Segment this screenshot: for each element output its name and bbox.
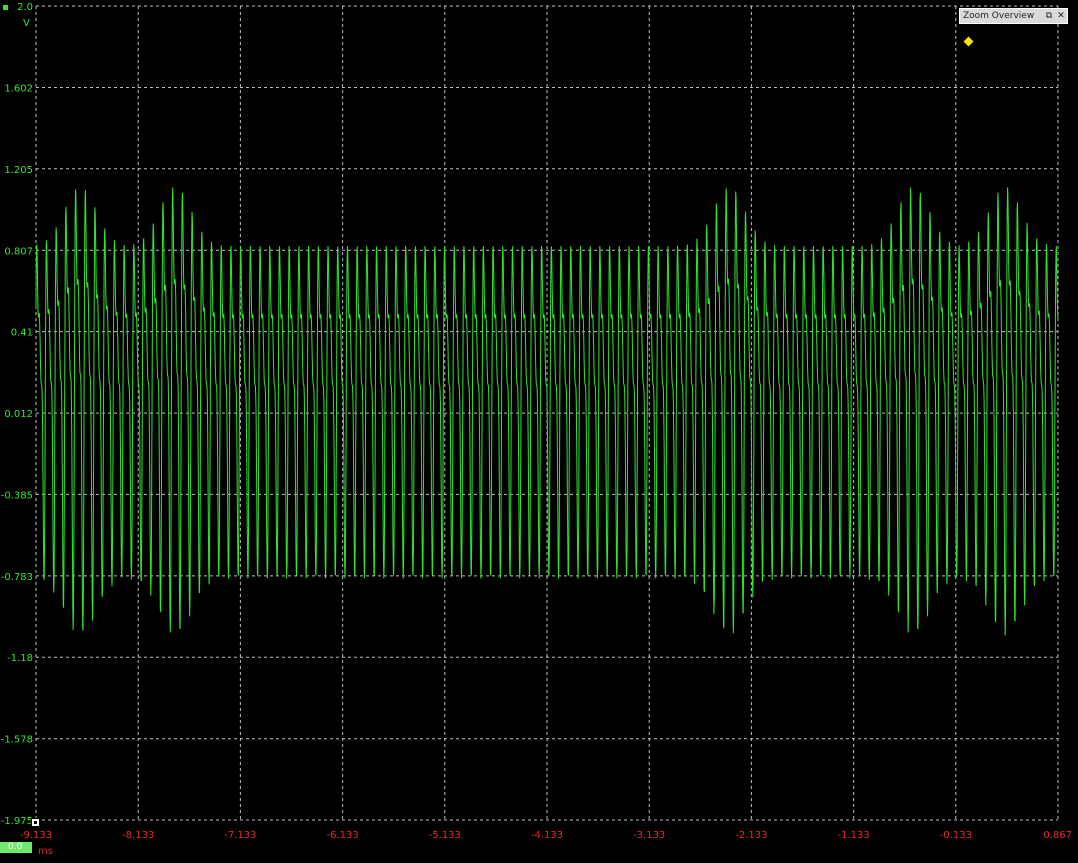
x-axis-tick-labels: -9.133 -8.133 -7.133 -6.133 -5.133 -4.133 -3.1… [20, 830, 1072, 841]
y-axis-tick-labels: 2.0 1.602 1.205 0.807 0.41 0.012 -0.385 -0.783 -… [1, 2, 33, 827]
restore-icon[interactable]: ⧉ [1043, 10, 1055, 22]
y-tick-label: 2.0 [17, 2, 33, 13]
y-tick-label: -1.18 [7, 653, 33, 664]
y-tick-label: 1.205 [4, 165, 33, 176]
x-tick-label: -7.133 [224, 830, 256, 841]
x-axis-unit-label: ms [38, 846, 53, 857]
y-tick-label: -1.975 [1, 816, 33, 827]
y-tick-label: -0.385 [1, 490, 33, 501]
x-tick-label: 0.867 [1043, 830, 1072, 841]
y-tick-label: -1.578 [1, 735, 33, 746]
x-tick-label: -2.133 [735, 830, 767, 841]
x-tick-label: -8.133 [122, 830, 154, 841]
y-tick-label: 1.602 [4, 84, 33, 95]
y-tick-label: 0.807 [4, 246, 33, 257]
y-tick-label: 0.012 [4, 409, 33, 420]
zoom-overview-panel[interactable]: Zoom Overview ⧉ ✕ [959, 8, 1068, 24]
x-tick-label: -4.133 [531, 830, 563, 841]
y-axis-unit-label: V [23, 18, 30, 29]
x-tick-label: -1.133 [837, 830, 869, 841]
zoom-overview-title: Zoom Overview [963, 11, 1035, 21]
x-tick-label: -6.133 [326, 830, 358, 841]
y-tick-label: 0.41 [11, 328, 33, 339]
waveform-plot[interactable]: 2.0 1.602 1.205 0.807 0.41 0.012 -0.385 -0.783 -… [0, 0, 1078, 859]
axis-origin-handle[interactable] [31, 818, 40, 827]
x-tick-label: -9.133 [20, 830, 52, 841]
y-tick-label: -0.783 [1, 572, 33, 583]
channel-offset-readout[interactable]: 0.0 [0, 842, 32, 853]
x-tick-label: -0.133 [940, 830, 972, 841]
oscilloscope-display[interactable]: 2.0 1.602 1.205 0.807 0.41 0.012 -0.385 -0.783 -… [0, 0, 1078, 859]
x-tick-label: -3.133 [633, 830, 665, 841]
channel-indicator[interactable] [3, 5, 8, 10]
close-icon[interactable]: ✕ [1055, 10, 1067, 22]
x-tick-label: -5.133 [429, 830, 461, 841]
